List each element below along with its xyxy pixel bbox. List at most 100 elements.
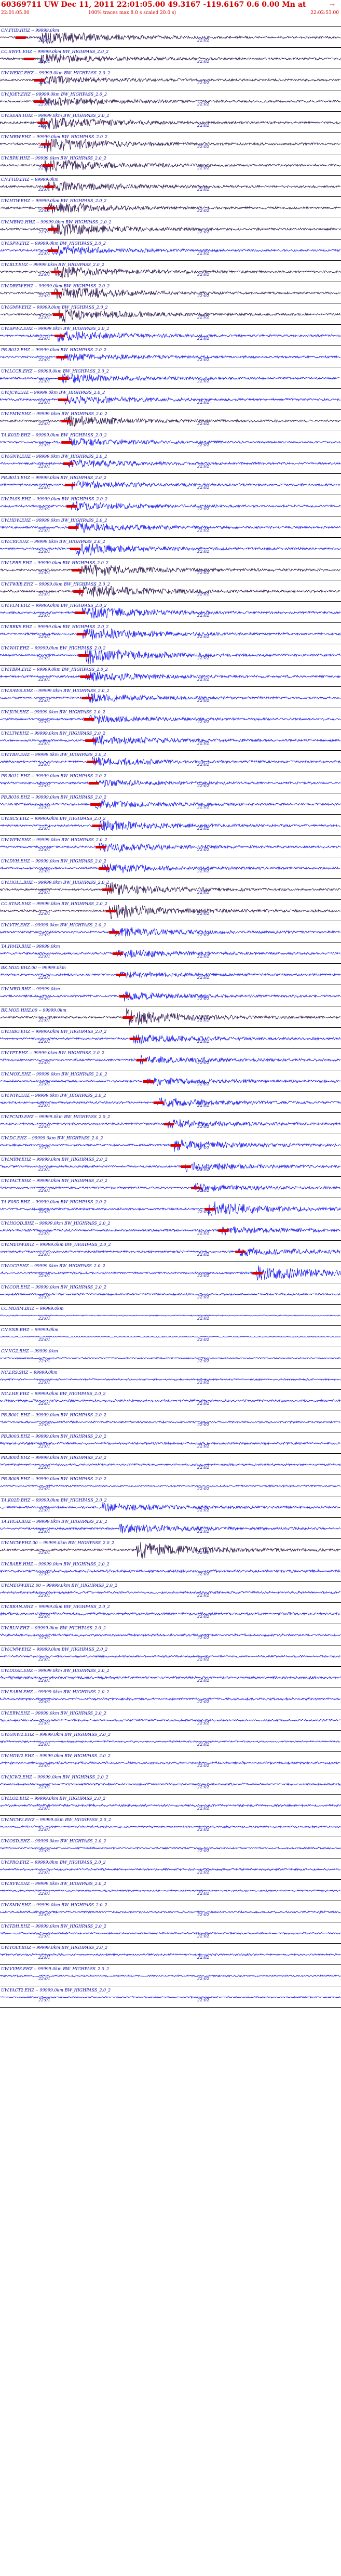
trace-row[interactable]: PB.B003.EHZ -- 99999.0km BW_HIGHPASS_2.0… bbox=[0, 1432, 341, 1454]
phase-pick-marker[interactable] bbox=[72, 569, 82, 572]
trace-row[interactable]: UW.TWKB.EHZ -- 99999.0km BW_HIGHPASS_2.0… bbox=[0, 580, 341, 602]
trace-row[interactable]: UW.WAT.EHZ -- 99999.0km BW_HIGHPASS_2.0_… bbox=[0, 644, 341, 666]
phase-pick-marker[interactable] bbox=[143, 1080, 154, 1083]
trace-row[interactable]: UW.MOX.EHZ -- 99999.0km BW_HIGHPASS_2.0_… bbox=[0, 1070, 341, 1092]
trace-row[interactable]: CN.FHD.EHZ -- 99999.0km 22:01 22:02 bbox=[0, 176, 341, 197]
trace-row[interactable]: UW.PRO.EHZ -- 99999.0km BW_HIGHPASS_2.0_… bbox=[0, 1858, 341, 1880]
trace-row[interactable]: UW.HDW2.EHZ -- 99999.0km BW_HIGHPASS_2.0… bbox=[0, 1752, 341, 1773]
phase-pick-marker[interactable] bbox=[85, 739, 96, 742]
trace-row[interactable]: UW.OCP.EHZ -- 99999.0km BW_HIGHPASS_2.0_… bbox=[0, 1262, 341, 1283]
trace-row[interactable]: UW.WEKC.EHZ -- 99999.0km BW_HIGHPASS_2.0… bbox=[0, 69, 341, 90]
trace-row[interactable]: PB.B005.EHZ -- 99999.0km BW_HIGHPASS_2.0… bbox=[0, 1475, 341, 1496]
phase-pick-marker[interactable] bbox=[80, 675, 91, 678]
phase-pick-marker[interactable] bbox=[153, 1101, 164, 1104]
trace-row[interactable]: TA.K03D.BHZ -- 99999.0km BW_HIGHPASS_2.0… bbox=[0, 431, 341, 453]
trace-row[interactable]: PB.B004.EHZ -- 99999.0km BW_HIGHPASS_2.0… bbox=[0, 1454, 341, 1475]
phase-pick-marker[interactable] bbox=[181, 1165, 192, 1168]
trace-row[interactable]: CN.VGZ.BHZ -- 99999.0km 22:01 22:02 bbox=[0, 1347, 341, 1369]
trace-row[interactable]: TA.H04D.BHZ -- 99999.0km 22:01 22:02 bbox=[0, 942, 341, 964]
phase-pick-marker[interactable] bbox=[235, 1251, 246, 1253]
trace-row[interactable]: UW.BABE.HHZ -- 99999.0km BW_HIGHPASS_2.0… bbox=[0, 1560, 341, 1582]
phase-pick-marker[interactable] bbox=[56, 356, 67, 358]
trace-row[interactable]: UW.PASS.EHZ -- 99999.0km BW_HIGHPASS_2.0… bbox=[0, 495, 341, 516]
trace-row[interactable]: UW.YACT.BHZ -- 99999.0km BW_HIGHPASS_2.0… bbox=[0, 1177, 341, 1198]
trace-row[interactable]: UW.GNW.EHZ -- 99999.0km BW_HIGHPASS_2.0_… bbox=[0, 453, 341, 474]
trace-row[interactable]: BK.MOD.HHZ.00 -- 99999.0km 22:01 22:02 bbox=[0, 1006, 341, 1028]
trace-row[interactable]: UW.ERW.EHZ -- 99999.0km BW_HIGHPASS_2.0_… bbox=[0, 1709, 341, 1731]
trace-row[interactable]: TA.K02D.BHZ -- 99999.0km BW_HIGHPASS_2.0… bbox=[0, 1496, 341, 1518]
phase-pick-marker[interactable] bbox=[15, 36, 26, 39]
phase-pick-marker[interactable] bbox=[99, 867, 110, 870]
phase-pick-marker[interactable] bbox=[109, 931, 120, 934]
trace-row[interactable]: UW.WIW.EHZ -- 99999.0km BW_HIGHPASS_2.0_… bbox=[0, 1092, 341, 1113]
trace-row[interactable]: CC.MORM.BHZ -- 99999.0km 22:01 22:02 bbox=[0, 1305, 341, 1326]
trace-row[interactable]: UW.JUN.EHZ -- 99999.0km BW_HIGHPASS_2.0_… bbox=[0, 708, 341, 729]
trace-row[interactable]: UW.GMW.EHZ -- 99999.0km BW_HIGHPASS_2.0_… bbox=[0, 303, 341, 325]
trace-row[interactable]: CC.SWFL.EHZ -- 99999.0km BW_HIGHPASS_2.0… bbox=[0, 48, 341, 69]
trace-row[interactable]: UW.DREW.EHZ -- 99999.0km BW_HIGHPASS_2.0… bbox=[0, 282, 341, 303]
phase-pick-marker[interactable] bbox=[116, 974, 127, 976]
trace-row[interactable]: UW.BRKS.EHZ -- 99999.0km BW_HIGHPASS_2.0… bbox=[0, 623, 341, 644]
trace-row[interactable]: UW.COR.EHZ -- 99999.0km BW_HIGHPASS_2.0_… bbox=[0, 1283, 341, 1305]
phase-pick-marker[interactable] bbox=[73, 590, 84, 593]
trace-row[interactable]: UW.YACT2.EHZ -- 99999.0km BW_HIGHPASS_2.… bbox=[0, 1986, 341, 2008]
trace-row[interactable]: TA.H05D.BHZ -- 99999.0km BW_HIGHPASS_2.0… bbox=[0, 1518, 341, 1539]
trace-row[interactable]: UW.MCW2.EHZ -- 99999.0km BW_HIGHPASS_2.0… bbox=[0, 1816, 341, 1837]
phase-pick-marker[interactable] bbox=[119, 995, 130, 998]
trace-row[interactable]: UW.LTW.EHZ -- 99999.0km BW_HIGHPASS_2.0_… bbox=[0, 729, 341, 751]
trace-row[interactable]: NC.LHE.EHZ -- 99999.0km BW_HIGHPASS_2.0_… bbox=[0, 1390, 341, 1411]
trace-row[interactable]: CC.STAR.EHZ -- 99999.0km BW_HIGHPASS_2.0… bbox=[0, 900, 341, 921]
trace-row[interactable]: UW.BLT.EHZ -- 99999.0km BW_HIGHPASS_2.0_… bbox=[0, 261, 341, 282]
trace-row[interactable]: UW.CMW.EHZ -- 99999.0km BW_HIGHPASS_2.0_… bbox=[0, 1645, 341, 1667]
phase-pick-marker[interactable] bbox=[136, 1059, 147, 1061]
phase-pick-marker[interactable] bbox=[51, 292, 62, 295]
trace-row[interactable]: PB.B010.EHZ -- 99999.0km BW_HIGHPASS_2.0… bbox=[0, 793, 341, 815]
phase-pick-marker[interactable] bbox=[102, 888, 113, 891]
trace-row[interactable]: UW.VLM.EHZ -- 99999.0km BW_HIGHPASS_2.0_… bbox=[0, 602, 341, 623]
trace-row[interactable]: UW.GNW2.EHZ -- 99999.0km BW_HIGHPASS_2.0… bbox=[0, 1731, 341, 1752]
trace-row[interactable]: UW.RVW.EHZ -- 99999.0km BW_HIGHPASS_2.0_… bbox=[0, 1880, 341, 1901]
phase-pick-marker[interactable] bbox=[129, 1038, 140, 1040]
trace-row[interactable]: PB.B001.EHZ -- 99999.0km BW_HIGHPASS_2.0… bbox=[0, 1411, 341, 1432]
trace-row[interactable]: UW.HDW.EHZ -- 99999.0km BW_HIGHPASS_2.0_… bbox=[0, 516, 341, 538]
trace-row[interactable]: UW.SEAR.HHZ -- 99999.0km BW_HIGHPASS_2.0… bbox=[0, 112, 341, 133]
trace-row[interactable]: UW.SPW2.EHZ -- 99999.0km BW_HIGHPASS_2.0… bbox=[0, 325, 341, 346]
trace-row[interactable]: UW.VTH.EHZ -- 99999.0km BW_HIGHPASS_2.0_… bbox=[0, 921, 341, 942]
phase-pick-marker[interactable] bbox=[70, 548, 80, 550]
trace-row[interactable]: UW.MBW.EHZ -- 99999.0km BW_HIGHPASS_2.0_… bbox=[0, 133, 341, 154]
phase-pick-marker[interactable] bbox=[64, 484, 75, 486]
trace-row[interactable]: CN.FHD.HHZ -- 99999.0km 22:01 22:02 bbox=[0, 26, 341, 48]
trace-row[interactable]: UW.DC.EHZ -- 99999.0km BW_HIGHPASS_2.0_2… bbox=[0, 1134, 341, 1156]
phase-pick-marker[interactable] bbox=[170, 1144, 181, 1147]
phase-pick-marker[interactable] bbox=[122, 1016, 133, 1019]
phase-pick-marker[interactable] bbox=[66, 505, 77, 508]
trace-row[interactable]: UW.HTW.EHZ -- 99999.0km BW_HIGHPASS_2.0_… bbox=[0, 197, 341, 218]
trace-row[interactable]: UW.PCMD.EHZ -- 99999.0km BW_HIGHPASS_2.0… bbox=[0, 1113, 341, 1134]
trace-row[interactable]: UW.MEGW.BHZ.00 -- 99999.0km BW_HIGHPASS_… bbox=[0, 1582, 341, 1603]
trace-row[interactable]: UW.MEGW.BHZ -- 99999.0km BW_HIGHPASS_2.0… bbox=[0, 1241, 341, 1262]
trace-row[interactable]: UW.VVHS.EHZ -- 99999.0km BW_HIGHPASS_2.0… bbox=[0, 1965, 341, 1986]
phase-pick-marker[interactable] bbox=[88, 782, 99, 785]
phase-pick-marker[interactable] bbox=[51, 271, 62, 273]
phase-pick-marker[interactable] bbox=[61, 441, 72, 444]
phase-pick-marker[interactable] bbox=[92, 825, 103, 827]
trace-row[interactable]: PB.B012.EHZ -- 99999.0km BW_HIGHPASS_2.0… bbox=[0, 346, 341, 367]
trace-row[interactable]: UW.CRF.EHZ -- 99999.0km BW_HIGHPASS_2.0_… bbox=[0, 538, 341, 559]
trace-row[interactable]: UW.BLN.EHZ -- 99999.0km BW_HIGHPASS_2.0_… bbox=[0, 1624, 341, 1645]
phase-pick-marker[interactable] bbox=[54, 335, 65, 337]
phase-pick-marker[interactable] bbox=[96, 846, 106, 848]
trace-row[interactable]: UW.HBO.EHZ -- 99999.0km BW_HIGHPASS_2.0_… bbox=[0, 1028, 341, 1049]
trace-row[interactable]: UW.MCW.EHZ.00 -- 99999.0km BW_HIGHPASS_2… bbox=[0, 1539, 341, 1560]
phase-pick-marker[interactable] bbox=[75, 612, 86, 614]
trace-row[interactable]: UW.SAWS.EHZ -- 99999.0km BW_HIGHPASS_2.0… bbox=[0, 687, 341, 708]
trace-row[interactable]: UW.FMW.EHZ -- 99999.0km BW_HIGHPASS_2.0_… bbox=[0, 410, 341, 431]
trace-row[interactable]: UW.TDH.EHZ -- 99999.0km BW_HIGHPASS_2.0_… bbox=[0, 1922, 341, 1944]
trace-row[interactable]: UW.HOLL.BHZ -- 99999.0km BW_HIGHPASS_2.0… bbox=[0, 879, 341, 900]
phase-pick-marker[interactable] bbox=[112, 952, 123, 955]
phase-pick-marker[interactable] bbox=[61, 420, 72, 422]
phase-pick-marker[interactable] bbox=[78, 654, 89, 657]
trace-row[interactable]: UW.SPW.EHZ -- 99999.0km BW_HIGHPASS_2.0_… bbox=[0, 240, 341, 261]
trace-row[interactable]: UW.DOSE.EHZ -- 99999.0km BW_HIGHPASS_2.0… bbox=[0, 1667, 341, 1688]
trace-row[interactable]: BK.MOD.BHZ.00 -- 99999.0km 22:01 22:02 bbox=[0, 964, 341, 985]
phase-pick-marker[interactable] bbox=[252, 1272, 263, 1274]
